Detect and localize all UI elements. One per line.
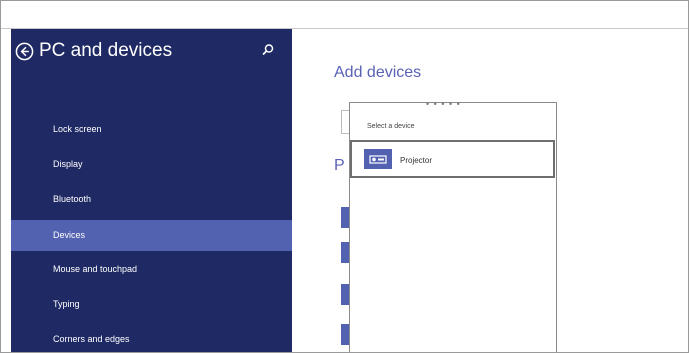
sidebar-item-display[interactable]: Display [11, 150, 292, 178]
top-bar [1, 1, 688, 29]
search-icon[interactable] [261, 43, 275, 57]
sidebar-item-typing[interactable]: Typing [11, 290, 292, 318]
sidebar-item-lock-screen[interactable]: Lock screen [11, 115, 292, 143]
device-option-projector[interactable]: Projector [350, 140, 555, 178]
sidebar-item-devices[interactable]: Devices [11, 220, 292, 251]
device-tile-edge [341, 242, 349, 263]
sidebar-header: PC and devices [15, 39, 275, 67]
flyout-label: Select a device [367, 123, 415, 130]
device-tile-edge [341, 284, 349, 305]
sidebar-title: PC and devices [39, 40, 173, 61]
page-title: Add devices [334, 64, 422, 81]
window-frame: PC and devices Lock screen Display Bluet… [0, 0, 689, 353]
projector-icon [364, 149, 392, 169]
loading-dots-icon: • • • • • [426, 99, 461, 109]
section-heading-fragment: P [334, 157, 345, 174]
device-tile-edge [341, 207, 349, 228]
back-arrow-icon[interactable] [15, 42, 34, 61]
sidebar-item-mouse-and-touchpad[interactable]: Mouse and touchpad [11, 255, 292, 283]
device-option-label: Projector [400, 156, 433, 165]
device-tile-edge [341, 324, 349, 345]
sidebar-item-corners-and-edges[interactable]: Corners and edges [11, 325, 292, 352]
sidebar-item-bluetooth[interactable]: Bluetooth [11, 185, 292, 213]
